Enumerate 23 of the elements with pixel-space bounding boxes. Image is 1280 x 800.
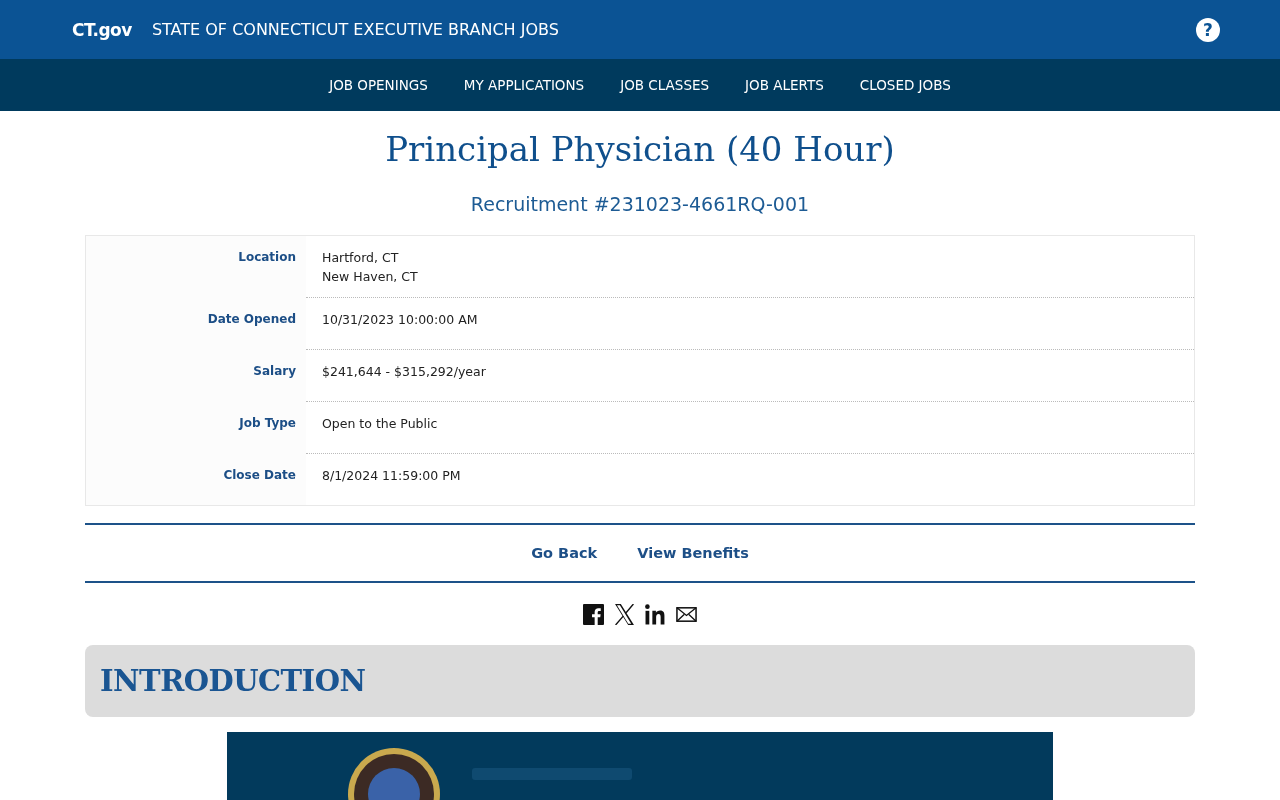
- help-icon[interactable]: ?: [1196, 17, 1220, 42]
- x-logo-icon[interactable]: [614, 604, 635, 625]
- mail-icon[interactable]: [676, 604, 697, 625]
- site-title: STATE OF CONNECTICUT EXECUTIVE BRANCH JOBS: [151, 20, 559, 39]
- site-logo[interactable]: CT.gov: [72, 19, 132, 40]
- nav-link[interactable]: CLOSED JOBS: [859, 77, 951, 93]
- action-link[interactable]: Go Back: [531, 545, 598, 561]
- facebook-icon[interactable]: [583, 604, 604, 625]
- detail-value: 8/1/2024 11:59:00 PM: [322, 468, 462, 483]
- detail-value: $241,644 - $315,292/year: [322, 364, 487, 379]
- nav-link[interactable]: JOB CLASSES: [620, 77, 710, 93]
- linkedin-icon[interactable]: [645, 604, 666, 625]
- recruitment-number: Recruitment #231023-4661RQ-001: [469, 193, 811, 215]
- nav-link[interactable]: MY APPLICATIONS: [463, 77, 585, 93]
- detail-value: Hartford, CT: [322, 250, 400, 265]
- detail-value: New Haven, CT: [322, 269, 419, 284]
- action-link[interactable]: View Benefits: [637, 545, 749, 561]
- job-title: Principal Physician (40 Hour): [384, 129, 896, 169]
- detail-value: Open to the Public: [322, 416, 439, 431]
- section-heading: INTRODUCTION: [100, 664, 366, 698]
- detail-value: 10/31/2023 10:00:00 AM: [322, 312, 479, 327]
- nav-link[interactable]: JOB OPENINGS: [329, 77, 428, 93]
- nav-link[interactable]: JOB ALERTS: [745, 77, 824, 93]
